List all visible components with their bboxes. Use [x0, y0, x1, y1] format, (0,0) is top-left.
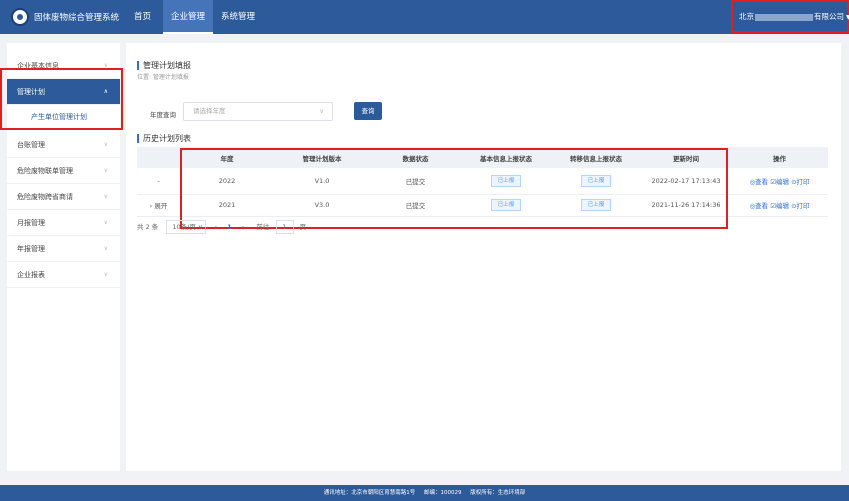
sidebar-item-label: 危险废物联单管理 [17, 167, 73, 175]
column-header [137, 147, 180, 168]
edit-link[interactable]: ☑编辑 [770, 202, 789, 210]
year-placeholder: 请选择年度 [193, 107, 226, 115]
collapse-toggle[interactable]: - [137, 168, 180, 195]
cell-actions: ◎查看 ☑编辑 ⊙打印 [731, 168, 828, 195]
nav-system[interactable]: 系统管理 [213, 0, 263, 34]
sidebar-item-label: 月报管理 [17, 219, 45, 227]
page-title: 管理计划填报 [137, 60, 191, 71]
sidebar-item-cross-province[interactable]: 危险废物跨省商请 ∨ [7, 184, 120, 210]
pager-total: 共 2 条 [137, 223, 159, 231]
next-page-button[interactable]: › [242, 223, 245, 231]
print-link[interactable]: ⊙打印 [791, 178, 809, 186]
page-unit: 页 [299, 223, 307, 231]
chevron-down-icon: ∨ [319, 107, 324, 115]
breadcrumb: 位置: 管理计划填报 [137, 74, 189, 81]
highlight-box [0, 68, 123, 130]
prev-page-button[interactable]: ‹ [214, 223, 217, 231]
sidebar-item-monthly[interactable]: 月报管理 ∨ [7, 210, 120, 236]
chevron-down-icon: ∨ [103, 141, 108, 148]
print-link[interactable]: ⊙打印 [791, 202, 809, 210]
company-prefix: 北京 [739, 12, 754, 21]
sidebar-item-ledger[interactable]: 台账管理 ∨ [7, 132, 120, 158]
redacted-name [755, 13, 813, 21]
page-size-select[interactable]: 10条/页 ∨ [166, 220, 207, 234]
chevron-down-icon: ∨ [103, 193, 108, 200]
edit-link[interactable]: ☑编辑 [770, 178, 789, 186]
list-title: 历史计划列表 [137, 133, 191, 144]
sidebar-item-label: 年报管理 [17, 245, 45, 253]
sidebar-item-label: 企业报表 [17, 271, 45, 279]
top-bar: 固体废物综合管理系统 首页 企业管理 系统管理 北京 有限公司 ▼ [0, 0, 849, 34]
app-title: 固体废物综合管理系统 [34, 13, 120, 23]
sidebar-item-label: 危险废物跨省商请 [17, 193, 73, 201]
company-dropdown[interactable]: 北京 有限公司 ▼ [731, 0, 849, 33]
page-size-value: 10条/页 [172, 223, 196, 231]
year-label: 年度查询 [150, 111, 176, 119]
sidebar-item-reports[interactable]: 企业报表 ∨ [7, 262, 120, 288]
highlight-box [180, 148, 728, 229]
chevron-down-icon: ∨ [103, 271, 108, 278]
chevron-down-icon: ∨ [197, 223, 203, 231]
chevron-down-icon: ∨ [103, 245, 108, 252]
footer: 通讯地址：北京市朝阳区育慧南路1号 邮编：100029 版权所有：生态环境部 [0, 485, 849, 501]
logo-icon [11, 8, 29, 26]
view-link[interactable]: ◎查看 [749, 202, 768, 210]
column-header: 操作 [731, 147, 828, 168]
nav-home[interactable]: 首页 [126, 0, 159, 34]
pagination: 共 2 条 10条/页 ∨ ‹ 1 › 前往 1 页 [137, 220, 306, 234]
goto-label: 前往 [256, 223, 270, 231]
nav-enterprise[interactable]: 企业管理 [163, 0, 214, 34]
company-suffix: 有限公司 [814, 12, 844, 21]
footer-copyright: 版权所有：生态环境部 [470, 490, 526, 496]
main-content: 管理计划填报 位置: 管理计划填报 年度查询 请选择年度 ∨ 查询 历史计划列表… [126, 43, 841, 471]
page-number[interactable]: 1 [227, 223, 232, 231]
footer-address: 通讯地址：北京市朝阳区育慧南路1号 [323, 490, 416, 496]
cell-actions: ◎查看 ☑编辑 ⊙打印 [731, 194, 828, 217]
sidebar-item-annual[interactable]: 年报管理 ∨ [7, 236, 120, 262]
query-button[interactable]: 查询 [354, 102, 382, 120]
view-link[interactable]: ◎查看 [749, 178, 768, 186]
sidebar-item-label: 台账管理 [17, 141, 45, 149]
chevron-down-icon: ∨ [103, 219, 108, 226]
year-select[interactable]: 请选择年度 ∨ [183, 102, 333, 121]
footer-postcode: 邮编：100029 [424, 490, 462, 496]
goto-input[interactable]: 1 [275, 220, 294, 234]
chevron-down-icon: ∨ [103, 167, 108, 174]
sidebar-item-manifest[interactable]: 危险废物联单管理 ∨ [7, 158, 120, 184]
expand-toggle[interactable]: › 展开 [137, 194, 180, 217]
